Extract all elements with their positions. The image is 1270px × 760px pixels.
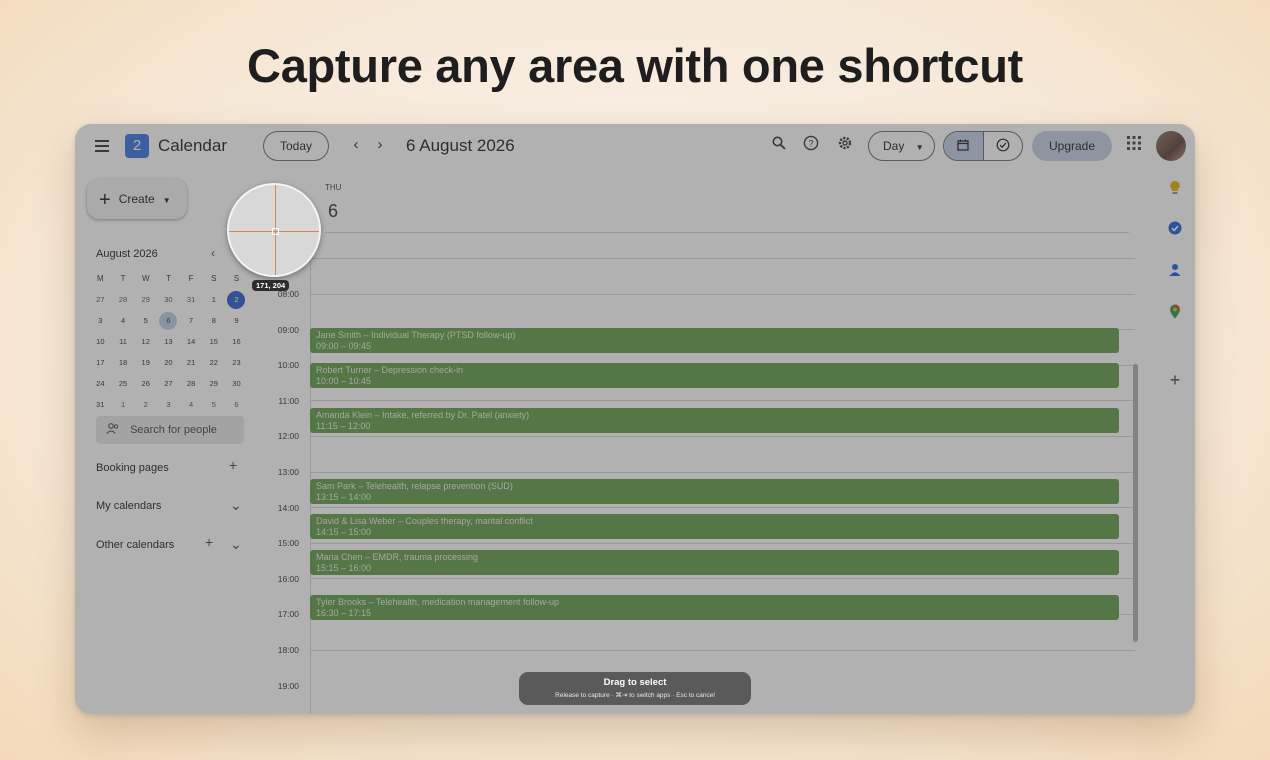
calendar-window: 2 Calendar Today ‹ › 6 August 2026 ? Day… <box>75 124 1195 714</box>
toast-title: Drag to select <box>603 677 667 688</box>
drag-to-select-toast: Drag to select Release to capture · ⌘⇥ t… <box>519 672 751 705</box>
toast-hint: Release to capture · ⌘⇥ to switch apps ·… <box>555 692 715 699</box>
headline: Capture any area with one shortcut <box>247 39 1023 92</box>
magnifier-loupe <box>227 183 321 277</box>
crosshair-center <box>272 228 279 235</box>
cursor-coordinates: 171, 204 <box>252 280 290 291</box>
